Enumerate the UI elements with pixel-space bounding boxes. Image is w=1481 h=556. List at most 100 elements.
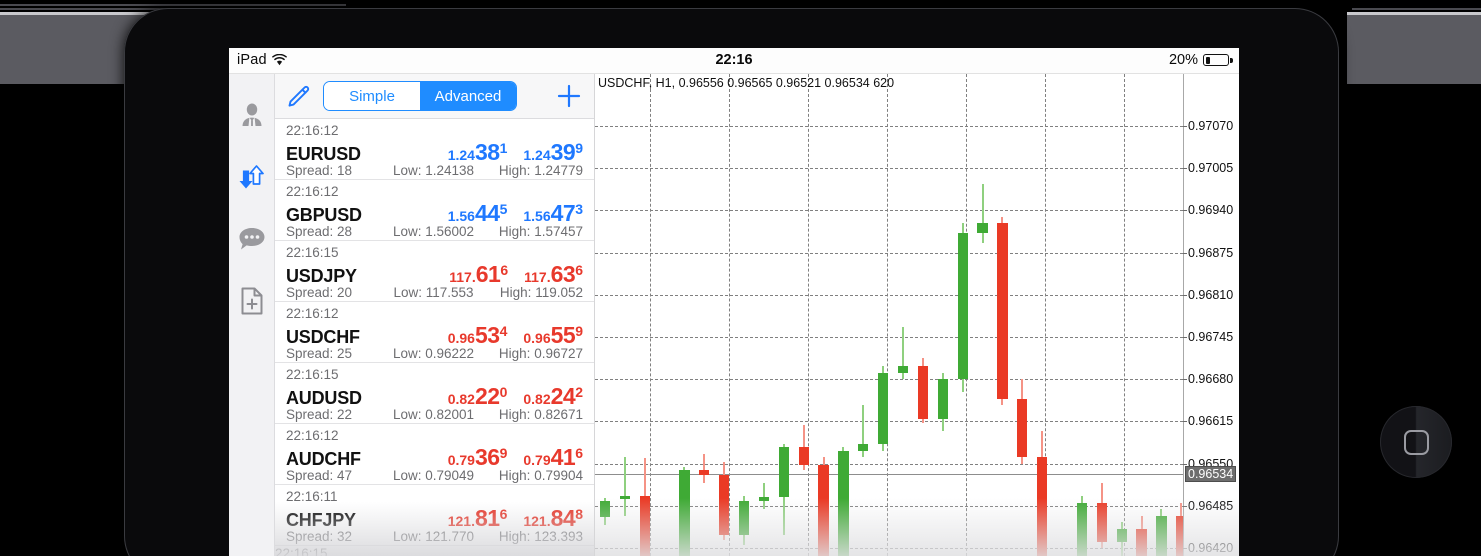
chart-gridline-horizontal bbox=[595, 168, 1183, 170]
background-edge-line bbox=[1352, 8, 1481, 10]
candle-body bbox=[937, 379, 948, 420]
candle-body bbox=[599, 501, 611, 517]
candle-body bbox=[838, 450, 849, 556]
axis-tick-label: 0.96940 bbox=[1183, 203, 1233, 217]
axis-tick-mark bbox=[1183, 337, 1187, 338]
axis-tick-mark bbox=[1183, 294, 1187, 296]
segment-advanced[interactable]: Advanced bbox=[420, 82, 516, 110]
chart-gridline-vertical bbox=[650, 74, 651, 556]
sidebar-item-quotes[interactable] bbox=[229, 146, 274, 208]
status-bar-time: 22:16 bbox=[715, 52, 753, 68]
axis-tick-mark bbox=[1183, 421, 1187, 423]
candle-wick bbox=[762, 483, 765, 510]
candle-body bbox=[1096, 502, 1107, 542]
quote-row[interactable]: 22:16:11 CHFJPY 121. 81 6 121. 84 8 Spread: 32 Lo… bbox=[275, 485, 594, 546]
plus-icon[interactable] bbox=[556, 83, 582, 109]
quote-low: Low: 1.56002 bbox=[392, 224, 475, 239]
axis-tick-label: 0.96680 bbox=[1183, 372, 1233, 386]
quote-low: Low: 117.553 bbox=[393, 285, 474, 300]
quote-spread: Spread: 32 bbox=[286, 529, 353, 544]
background-edge-line bbox=[0, 4, 346, 6]
axis-tick-label: 0.96485 bbox=[1183, 499, 1233, 513]
axis-tick-mark bbox=[1183, 463, 1187, 465]
quote-low: Low: 0.82001 bbox=[392, 407, 475, 422]
chart-gridline-horizontal bbox=[595, 379, 1183, 381]
quote-time: 22:16:12 bbox=[286, 184, 339, 199]
up-down-arrows-icon bbox=[239, 165, 264, 189]
quote-row[interactable]: 22:16:15 USDJPY 117. 61 6 117. 63 6 Spread: 20 Lo… bbox=[275, 241, 594, 302]
view-mode-segmented-control[interactable]: Simple Advanced bbox=[323, 81, 517, 111]
chart-plot-area[interactable] bbox=[595, 74, 1183, 556]
quote-row[interactable]: 22:16:12 EURUSD 1.24 38 1 1.24 39 9 Spread: 18 Lo… bbox=[275, 119, 594, 180]
quote-high: High: 0.82671 bbox=[498, 407, 583, 422]
quote-row-partial[interactable]: 22:16:15 bbox=[275, 546, 594, 556]
axis-tick-label: 0.96875 bbox=[1183, 246, 1233, 260]
pencil-icon[interactable] bbox=[287, 84, 311, 108]
candle-body bbox=[1156, 515, 1167, 556]
candle-body bbox=[699, 470, 710, 476]
axis-tick-label: 0.97005 bbox=[1183, 161, 1233, 175]
quote-row[interactable]: 22:16:12 AUDCHF 0.79 36 9 0.79 41 6 Spread: 47 Lo… bbox=[275, 424, 594, 485]
quote-time: 22:16:15 bbox=[275, 546, 328, 556]
quote-spread: Spread: 28 bbox=[286, 224, 353, 239]
battery-fill bbox=[1205, 56, 1211, 64]
background-device-right bbox=[1347, 12, 1481, 84]
quote-time: 22:16:15 bbox=[286, 245, 339, 260]
chart-gridline-horizontal bbox=[595, 252, 1183, 254]
candle-body bbox=[1116, 528, 1127, 542]
candle-body bbox=[719, 475, 730, 535]
quote-time: 22:16:12 bbox=[286, 123, 339, 138]
candle-body bbox=[997, 223, 1008, 399]
icon-rail bbox=[229, 74, 275, 556]
axis-tick-mark bbox=[1183, 252, 1187, 254]
quote-high: High: 0.96727 bbox=[498, 346, 583, 361]
candle-body bbox=[1017, 398, 1028, 458]
quote-low: Low: 1.24138 bbox=[392, 163, 475, 178]
quote-row[interactable]: 22:16:12 USDCHF 0.96 53 4 0.96 55 9 Spread: 25 Lo… bbox=[275, 302, 594, 363]
candle-body bbox=[798, 447, 809, 465]
axis-tick-mark bbox=[1183, 505, 1187, 507]
candle-body bbox=[738, 501, 750, 535]
candle-body bbox=[1136, 528, 1147, 556]
chart-gridline-horizontal bbox=[595, 337, 1183, 338]
quote-low: Low: 0.79049 bbox=[392, 468, 475, 483]
battery-percent-label: 20% bbox=[1168, 52, 1198, 68]
candle-body bbox=[679, 470, 690, 556]
quote-time: 22:16:11 bbox=[286, 489, 338, 504]
axis-tick-label: 0.96745 bbox=[1183, 330, 1233, 344]
chart-price-axis: 0.97070 0.97005 0.96940 0.96875 0.96810 0.967… bbox=[1183, 74, 1239, 556]
quote-spread: Spread: 47 bbox=[286, 468, 353, 483]
quote-high: High: 123.393 bbox=[498, 529, 583, 544]
candle-body bbox=[957, 233, 968, 380]
segment-simple[interactable]: Simple bbox=[324, 82, 420, 110]
person-icon bbox=[242, 103, 261, 126]
home-button-square-icon bbox=[1403, 429, 1429, 455]
axis-tick-mark bbox=[1183, 126, 1187, 127]
candle-body bbox=[818, 464, 829, 556]
quote-high: High: 119.052 bbox=[499, 285, 583, 300]
quote-row[interactable]: 22:16:15 AUDUSD 0.82 22 0 0.82 24 2 Spread: 22 Lo… bbox=[275, 363, 594, 424]
candle-body bbox=[639, 496, 650, 556]
ipad-screen: iPad 22:16 20% Simple Advanced 22:16:12 … bbox=[229, 48, 1239, 556]
axis-tick-label: 0.96420 bbox=[1183, 541, 1233, 555]
chart-gridline-vertical bbox=[887, 74, 888, 556]
axis-tick-mark bbox=[1183, 168, 1187, 170]
chart-gridline-vertical bbox=[1124, 74, 1125, 556]
price-chart[interactable]: USDCHF, H1, 0.96556 0.96565 0.96521 0.96… bbox=[595, 74, 1239, 556]
status-bar-right: 20% bbox=[1168, 52, 1233, 68]
quotes-toolbar: Simple Advanced bbox=[275, 74, 594, 119]
sidebar-item-new-order[interactable] bbox=[229, 270, 274, 332]
candle-body bbox=[1176, 515, 1183, 556]
axis-tick-mark bbox=[1183, 548, 1187, 549]
sidebar-item-accounts[interactable] bbox=[229, 84, 274, 146]
quote-high: High: 1.57457 bbox=[498, 224, 583, 239]
sidebar-item-chat[interactable] bbox=[229, 208, 274, 270]
chart-gridline-vertical bbox=[808, 74, 809, 556]
candle-body bbox=[858, 444, 869, 451]
quote-low: Low: 121.770 bbox=[392, 529, 475, 544]
candle-wick bbox=[623, 457, 626, 516]
axis-tick-mark bbox=[1183, 379, 1187, 381]
screenshot-root: iPad 22:16 20% Simple Advanced 22:16:12 … bbox=[0, 0, 1481, 556]
quote-row[interactable]: 22:16:12 GBPUSD 1.56 44 5 1.56 47 3 Spread: 28 Lo… bbox=[275, 180, 594, 241]
home-button[interactable] bbox=[1380, 406, 1452, 478]
